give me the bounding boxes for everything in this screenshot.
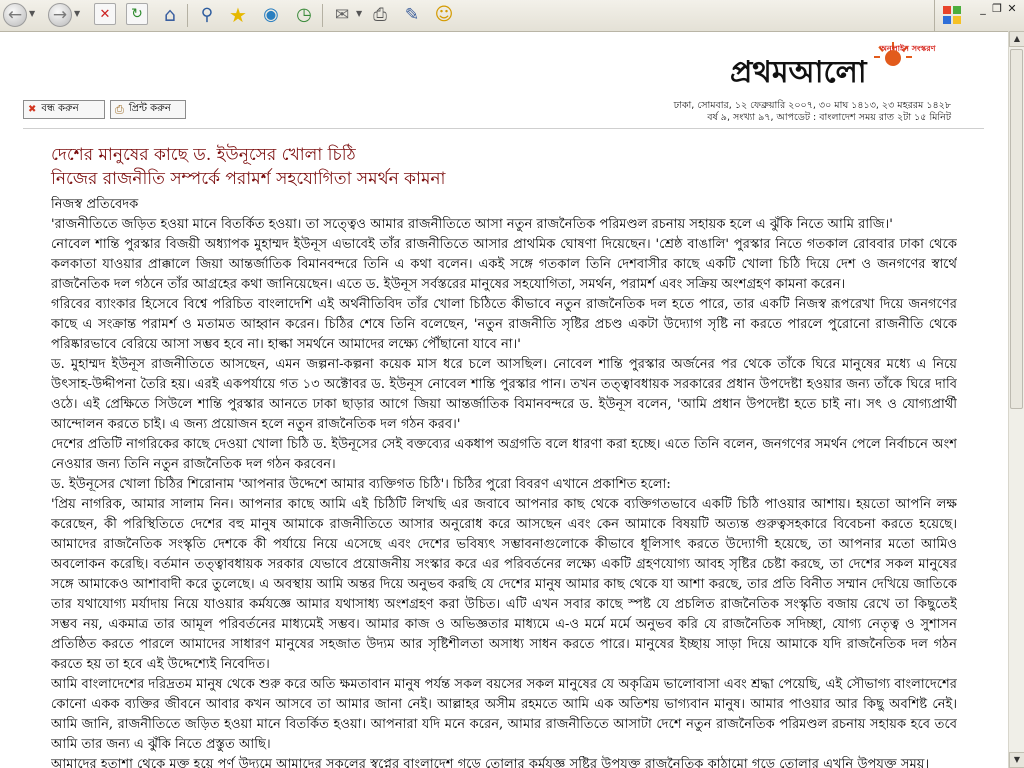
- logo-tagline: অনলাইন সংস্করণ: [879, 43, 937, 53]
- article-paragraph: আমাদের হতাশা থেকে মুক্ত হয়ে পূর্ণ উদ্যম…: [51, 757, 930, 768]
- close-page-button[interactable]: ✖ বন্ধ করুন: [23, 100, 105, 119]
- article-paragraph: ড. মুহাম্মদ ইউনূস রাজনীতিতে আসছেন, এমন জ…: [51, 357, 957, 432]
- print-page-label: প্রিন্ট করুন: [128, 103, 171, 114]
- scroll-down-button[interactable]: ▼: [1009, 752, 1024, 768]
- forward-dropdown-icon[interactable]: ▼: [74, 9, 80, 18]
- article-paragraph: 'প্রিয় নাগরিক, আমার সালাম নিন। আপনার কা…: [51, 497, 957, 672]
- toolbar-separator: [187, 4, 188, 27]
- messenger-icon[interactable]: ☺: [432, 3, 456, 27]
- headline-sub: নিজের রাজনীতি সম্পর্কে পরামর্শ সহযোগিতা …: [51, 169, 446, 189]
- article-body: নিজস্ব প্রতিবেদক 'রাজনীতিতে জড়িত হওয়া …: [51, 195, 957, 768]
- vertical-scrollbar[interactable]: ▲ ▼: [1008, 31, 1024, 768]
- media-icon[interactable]: ◉: [259, 3, 283, 27]
- favorites-icon[interactable]: ★: [226, 3, 250, 27]
- headline-main: দেশের মানুষের কাছে ড. ইউনূসের খোলা চিঠি: [51, 145, 356, 165]
- article-headline: দেশের মানুষের কাছে ড. ইউনূসের খোলা চিঠি …: [51, 143, 446, 191]
- close-icon: ✖: [28, 104, 37, 115]
- printer-icon: ⎙: [115, 102, 124, 116]
- scroll-up-button[interactable]: ▲: [1009, 31, 1024, 47]
- stop-icon[interactable]: ✕: [94, 3, 116, 25]
- mail-icon[interactable]: ✉: [330, 3, 354, 27]
- logo-text: প্রথমআলো: [730, 55, 868, 90]
- home-icon[interactable]: ⌂: [158, 3, 182, 27]
- history-icon[interactable]: ◷: [292, 3, 316, 27]
- dateline: ঢাকা, সোমবার, ১২ ফেব্রুয়ারি ২০০৭, ৩০ মা…: [674, 100, 951, 124]
- article-paragraph: আমি বাংলাদেশের দরিদ্রতম মানুষ থেকে শুরু …: [51, 677, 957, 752]
- print-icon[interactable]: ⎙: [368, 3, 392, 27]
- toolbar-separator: [934, 0, 935, 31]
- edit-icon[interactable]: ✎: [400, 3, 424, 27]
- header-divider: [23, 128, 984, 129]
- refresh-icon[interactable]: ↻: [126, 3, 148, 25]
- article-paragraph: ড. ইউনূসের খোলা চিঠির শিরোনাম 'আপনার উদ্…: [51, 477, 671, 492]
- back-icon[interactable]: ←: [3, 3, 27, 27]
- back-dropdown-icon[interactable]: ▼: [29, 9, 35, 18]
- mail-dropdown-icon[interactable]: ▼: [356, 9, 362, 18]
- browser-toolbar: ← ▼ → ▼ ✕ ↻ ⌂ ⚲ ★ ◉ ◷ ✉ ▼ ⎙ ✎ ☺ _ ❐ ✕: [0, 0, 1024, 32]
- close-page-label: বন্ধ করুন: [41, 103, 79, 114]
- search-icon[interactable]: ⚲: [195, 3, 219, 27]
- article-paragraph: গরিবের ব্যাংকার হিসেবে বিশ্বে পরিচিত বাং…: [51, 297, 957, 352]
- toolbar-separator: [322, 4, 323, 27]
- print-page-button[interactable]: ⎙ প্রিন্ট করুন: [110, 100, 186, 119]
- article-paragraph: দেশের প্রতিটি নাগরিকের কাছে দেওয়া খোলা …: [51, 437, 957, 472]
- windows-logo-icon: [940, 3, 964, 27]
- article-paragraph: নোবেল শান্তি পুরস্কার বিজয়ী অধ্যাপক মুহ…: [51, 237, 957, 292]
- close-window-button[interactable]: ✕: [1006, 3, 1018, 15]
- article-paragraph: 'রাজনীতিতে জড়িত হওয়া মানে বিতর্কিত হওয…: [51, 217, 893, 232]
- article-byline: নিজস্ব প্রতিবেদক: [51, 197, 139, 212]
- scrollbar-thumb[interactable]: [1010, 49, 1023, 409]
- restore-button[interactable]: ❐: [991, 3, 1003, 15]
- prothom-alo-logo: প্রথমআলো অনলাইন সংস্করণ: [728, 38, 954, 90]
- dateline-issue: বর্ষ ৯, সংখ্যা ৯৭, আপডেট : বাংলাদেশ সময়…: [707, 112, 951, 123]
- forward-icon[interactable]: →: [48, 3, 72, 27]
- dateline-date: ঢাকা, সোমবার, ১২ ফেব্রুয়ারি ২০০৭, ৩০ মা…: [673, 100, 951, 111]
- minimize-button[interactable]: _: [977, 3, 989, 15]
